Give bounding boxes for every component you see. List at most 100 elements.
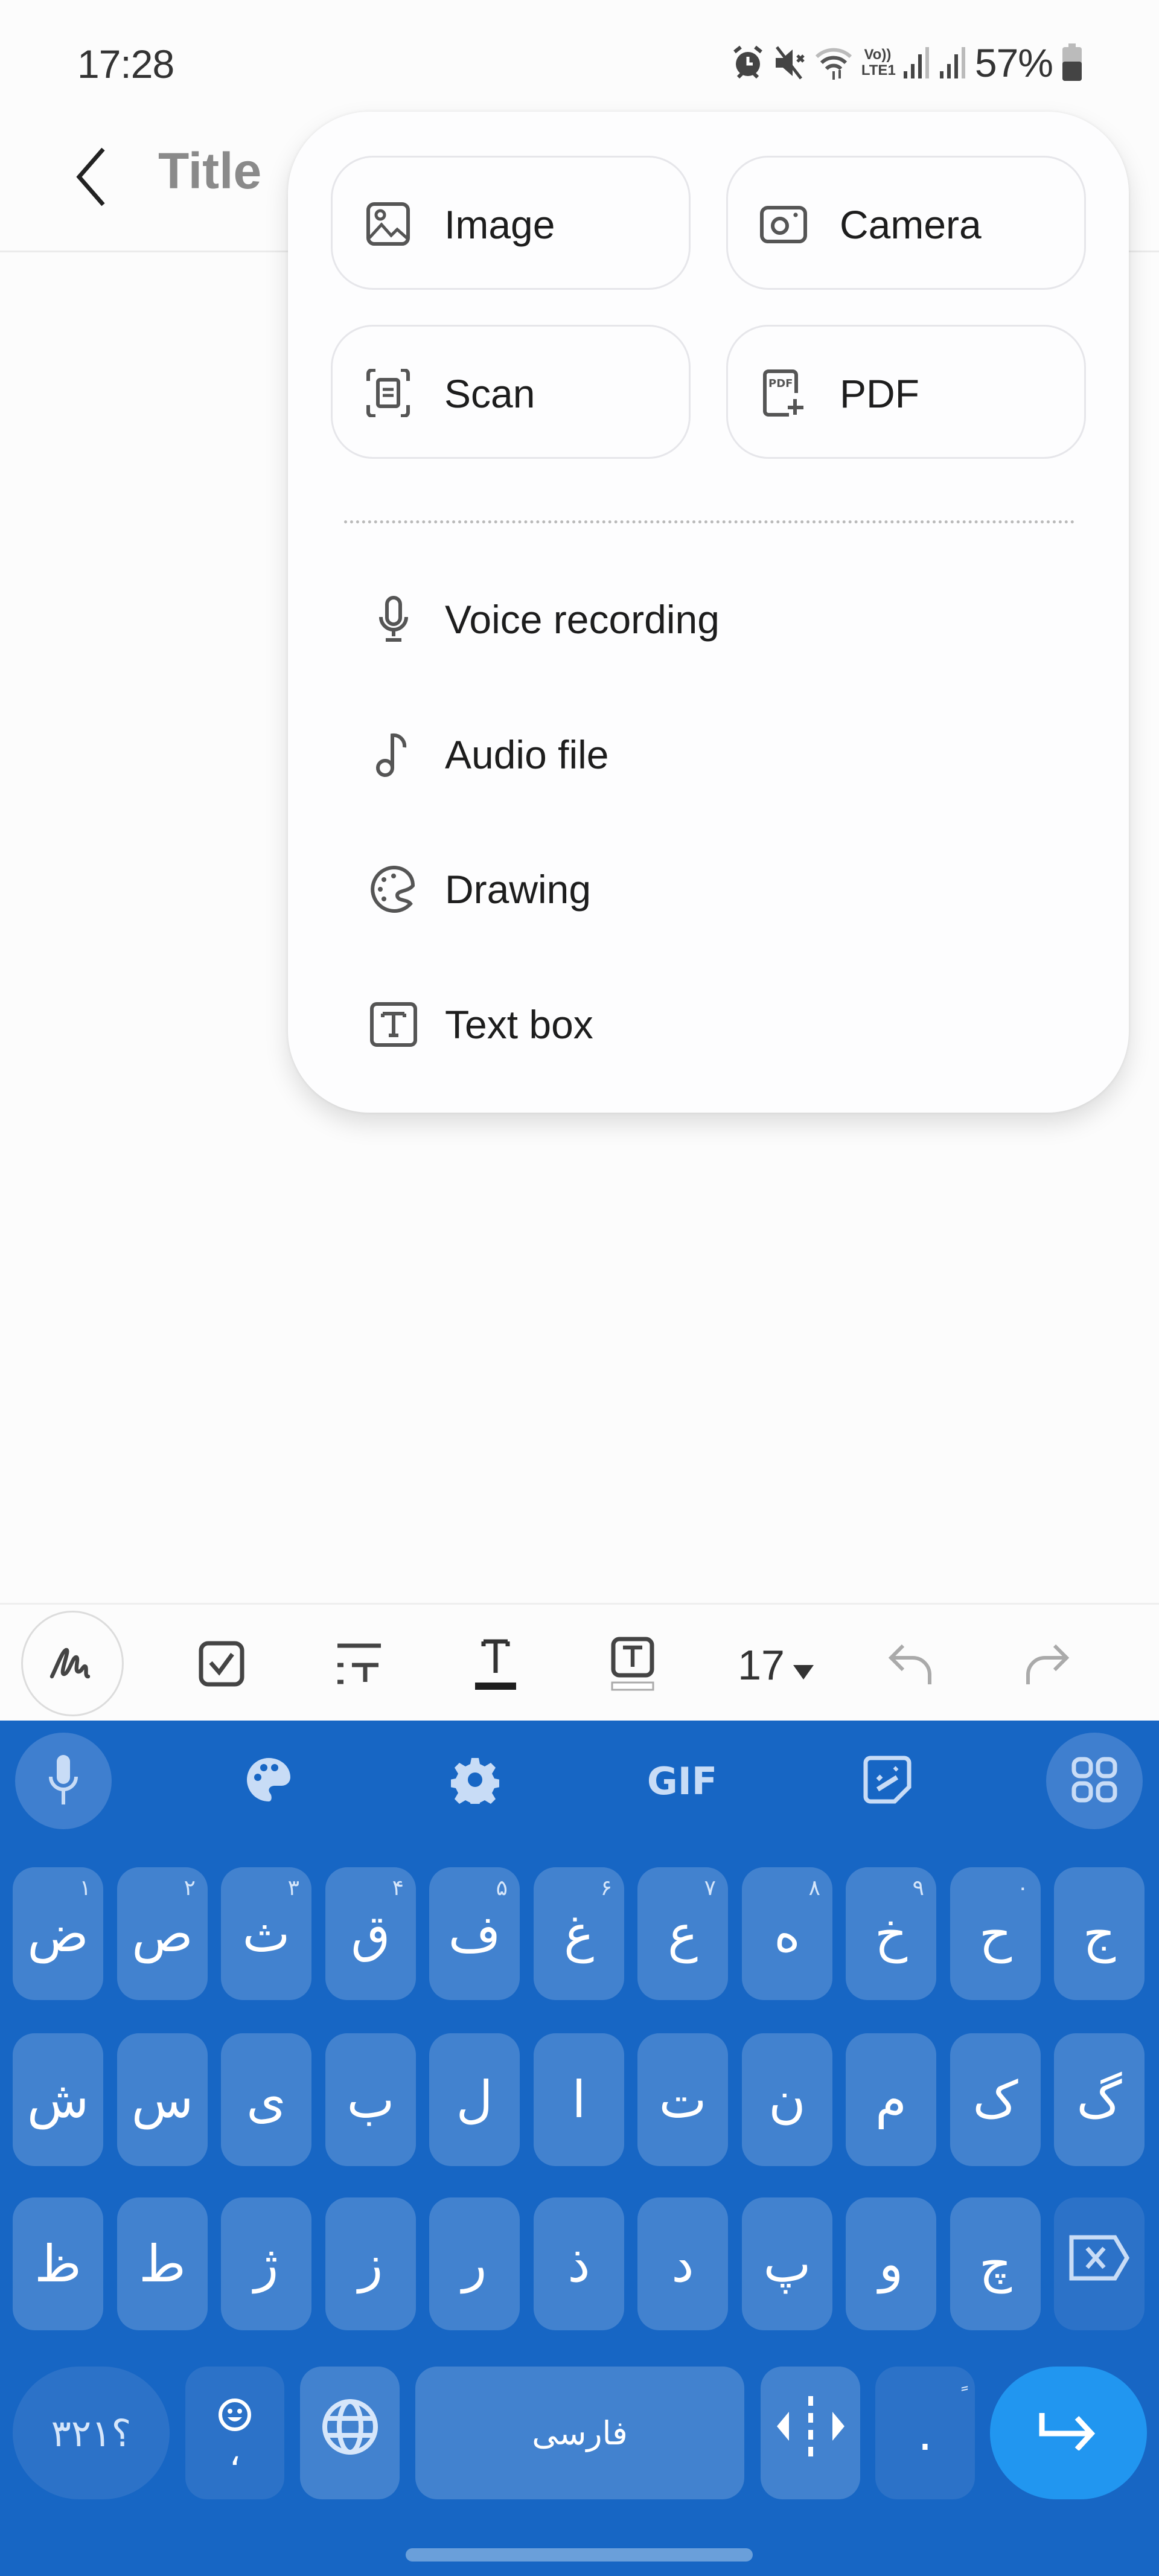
microphone-icon <box>366 592 421 647</box>
key[interactable]: ز <box>325 2197 416 2330</box>
key[interactable]: م <box>846 2033 936 2166</box>
space-key[interactable]: فارسی <box>415 2367 744 2499</box>
image-icon <box>364 200 412 248</box>
text-box-highlight-icon <box>610 1637 656 1694</box>
key[interactable]: ت <box>637 2033 728 2166</box>
paragraph-style-icon <box>335 1641 383 1690</box>
home-indicator[interactable] <box>406 2548 753 2562</box>
grid-menu-icon <box>1071 1757 1117 1806</box>
audio-file-item[interactable]: Audio file <box>306 694 1111 815</box>
key[interactable]: ن <box>742 2033 832 2166</box>
key[interactable]: ف۵ <box>429 1867 520 2000</box>
key[interactable]: ط <box>117 2197 208 2330</box>
voice-recording-label: Voice recording <box>445 597 720 642</box>
key[interactable]: ه۸ <box>742 1867 832 2000</box>
key[interactable]: ل <box>429 2033 520 2166</box>
key-label: ح <box>979 1904 1012 1963</box>
backspace-icon <box>1069 2234 1130 2294</box>
pdf-add-icon: PDF <box>759 369 808 417</box>
drawing-item[interactable]: Drawing <box>306 829 1111 950</box>
voice-input-button[interactable] <box>15 1733 112 1829</box>
caret-down-icon <box>793 1641 814 1689</box>
svg-text:PDF: PDF <box>768 377 793 390</box>
enter-key[interactable] <box>990 2367 1147 2499</box>
back-button[interactable] <box>66 139 115 217</box>
camera-icon <box>759 200 808 248</box>
insert-menu-popup: Image Camera Scan PDF PDF Voice recordin… <box>288 112 1129 1113</box>
key[interactable]: ش <box>13 2033 103 2166</box>
key[interactable]: ح۰ <box>950 1867 1041 2000</box>
symbols-key[interactable]: ؟۳۲۱ <box>13 2367 170 2499</box>
pdf-button[interactable]: PDF PDF <box>726 325 1086 459</box>
mute-icon <box>773 45 806 81</box>
redo-icon <box>1023 1641 1071 1690</box>
key[interactable]: ع۷ <box>637 1867 728 2000</box>
key[interactable]: ژ <box>221 2197 311 2330</box>
emoji-comma-key[interactable]: ، <box>185 2367 284 2499</box>
key[interactable]: ج <box>1054 1867 1145 2000</box>
period-key[interactable]: . ً <box>875 2367 975 2499</box>
key[interactable]: ر <box>429 2197 520 2330</box>
status-bar: 17:28 Vo)) LTE1 57% <box>0 0 1159 109</box>
chevron-left-icon <box>74 147 107 210</box>
voice-recording-item[interactable]: Voice recording <box>306 559 1111 680</box>
settings-icon <box>450 1756 500 1809</box>
keyboard-settings-button[interactable] <box>427 1736 523 1826</box>
text-box-item[interactable]: Text box <box>306 964 1111 1085</box>
key-hint: ۲ <box>184 1876 196 1900</box>
key[interactable]: د <box>637 2197 728 2330</box>
redo-button[interactable] <box>999 1617 1096 1713</box>
sticker-button[interactable] <box>839 1736 936 1826</box>
key[interactable]: ک <box>950 2033 1041 2166</box>
key-hint: ۷ <box>704 1876 716 1900</box>
microphone-icon <box>48 1753 78 1810</box>
key[interactable]: غ۶ <box>534 1867 624 2000</box>
battery-icon <box>1061 43 1083 82</box>
key[interactable]: و <box>846 2197 936 2330</box>
key[interactable]: ظ <box>13 2197 103 2330</box>
checkbox-button[interactable] <box>173 1617 270 1713</box>
key[interactable]: ض۱ <box>13 1867 103 2000</box>
key-label: ص <box>132 1904 193 1963</box>
theme-button[interactable] <box>220 1736 317 1826</box>
font-size-value: 17 <box>738 1641 785 1689</box>
paragraph-style-button[interactable] <box>311 1617 407 1713</box>
text-color-button[interactable] <box>447 1617 544 1713</box>
wifi-icon <box>814 45 853 81</box>
undo-icon <box>886 1641 934 1690</box>
title-input[interactable]: Title <box>158 142 261 200</box>
key[interactable]: ص۲ <box>117 1867 208 2000</box>
gif-button[interactable]: GIF <box>634 1736 730 1826</box>
palette-icon <box>366 862 421 916</box>
key[interactable]: ا <box>534 2033 624 2166</box>
language-key[interactable] <box>300 2367 400 2499</box>
undo-button[interactable] <box>862 1617 959 1713</box>
font-size-dropdown[interactable]: 17 <box>721 1617 830 1713</box>
key[interactable]: ث۳ <box>221 1867 311 2000</box>
backspace-key[interactable] <box>1054 2197 1145 2330</box>
key[interactable]: خ۹ <box>846 1867 936 2000</box>
keyboard-menu-button[interactable] <box>1046 1733 1143 1829</box>
battery-percent: 57% <box>974 40 1053 85</box>
gif-icon: GIF <box>647 1759 718 1803</box>
key[interactable]: چ <box>950 2197 1041 2330</box>
key[interactable]: ی <box>221 2033 311 2166</box>
key[interactable]: ق۴ <box>325 1867 416 2000</box>
key-label: ض <box>27 1904 89 1963</box>
image-button[interactable]: Image <box>331 156 691 290</box>
scan-button[interactable]: Scan <box>331 325 691 459</box>
key[interactable]: پ <box>742 2197 832 2330</box>
handwriting-button[interactable] <box>21 1611 124 1716</box>
signal-icon-2 <box>939 45 966 81</box>
cursor-move-key[interactable] <box>761 2367 860 2499</box>
key-label: غ <box>563 1904 595 1963</box>
key[interactable]: ذ <box>534 2197 624 2330</box>
key-label: ف <box>448 1904 501 1963</box>
text-highlight-button[interactable] <box>584 1617 681 1713</box>
camera-button[interactable]: Camera <box>726 156 1086 290</box>
key-hint: ۶ <box>600 1876 612 1900</box>
key[interactable]: ب <box>325 2033 416 2166</box>
key[interactable]: س <box>117 2033 208 2166</box>
enter-arrow-icon <box>1038 2403 1099 2463</box>
key[interactable]: گ <box>1054 2033 1145 2166</box>
